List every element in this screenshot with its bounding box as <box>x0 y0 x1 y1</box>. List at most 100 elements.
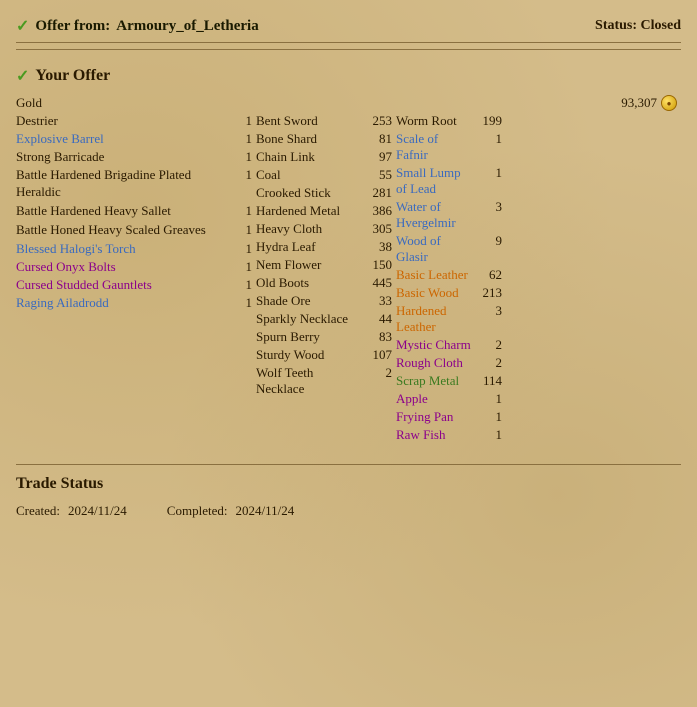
item-qty: 81 <box>362 131 392 147</box>
list-item: Mystic Charm 2 <box>396 336 506 354</box>
item-name: Wood of Glasir <box>396 233 472 265</box>
item-qty: 2 <box>472 355 502 371</box>
item-qty: 1 <box>222 259 252 275</box>
list-item: Coal 55 <box>256 166 396 184</box>
item-qty: 1 <box>222 295 252 311</box>
item-name: Raging Ailadrodd <box>16 295 222 311</box>
list-item: Crooked Stick 281 <box>256 184 396 202</box>
item-qty: 1 <box>222 222 252 239</box>
item-name: Frying Pan <box>396 409 472 425</box>
item-name: Mystic Charm <box>396 337 472 353</box>
item-name: Wolf Teeth Necklace <box>256 365 362 397</box>
items-col2: Bent Sword 253 Bone Shard 81 Chain Link … <box>256 112 396 444</box>
list-item: Battle Hardened Heavy Sallet 1 <box>16 202 256 221</box>
list-item: Scale of Fafnir 1 <box>396 130 506 164</box>
item-name: Apple <box>396 391 472 407</box>
item-qty: 2 <box>472 337 502 353</box>
item-qty: 114 <box>472 373 502 389</box>
list-item: Rough Cloth 2 <box>396 354 506 372</box>
gold-row: Gold 93,307 ● <box>16 94 681 112</box>
item-qty: 1 <box>472 427 502 443</box>
items-col3: Worm Root 199 Scale of Fafnir 1 Small Lu… <box>396 112 506 444</box>
item-qty: 213 <box>472 285 502 301</box>
item-qty: 2 <box>362 365 392 381</box>
item-name: Hardened Leather <box>396 303 472 335</box>
item-qty: 62 <box>472 267 502 283</box>
item-qty: 1 <box>222 241 252 257</box>
offer-content: Destrier 1 Explosive Barrel 1 Strong Bar… <box>16 112 681 444</box>
list-item: Blessed Halogi's Torch 1 <box>16 240 256 258</box>
list-item: Small Lump of Lead 1 <box>396 164 506 198</box>
item-name: Sparkly Necklace <box>256 311 362 327</box>
offer-header: ✓ Offer from: Armoury_of_Letheria Status… <box>16 8 681 43</box>
list-item: Sturdy Wood 107 <box>256 346 396 364</box>
list-item: Hardened Leather 3 <box>396 302 506 336</box>
item-name: Water of Hvergelmir <box>396 199 472 231</box>
item-name: Heavy Cloth <box>256 221 362 237</box>
gold-amount-container: 93,307 ● <box>621 95 677 111</box>
item-qty: 150 <box>362 257 392 273</box>
items-col1: Destrier 1 Explosive Barrel 1 Strong Bar… <box>16 112 256 444</box>
item-name: Small Lump of Lead <box>396 165 472 197</box>
item-name: Battle Hardened Heavy Sallet <box>16 203 211 220</box>
item-name: Hardened Metal <box>256 203 362 219</box>
trade-status-section: Trade Status Created: 2024/11/24 Complet… <box>16 464 681 519</box>
item-name: Strong Barricade <box>16 149 222 165</box>
item-name: Destrier <box>16 113 222 129</box>
item-name: Scale of Fafnir <box>396 131 472 163</box>
item-qty: 83 <box>362 329 392 345</box>
item-name: Explosive Barrel <box>16 131 222 147</box>
item-name: Bone Shard <box>256 131 362 147</box>
offer-from-name: Armoury_of_Letheria <box>116 18 258 35</box>
item-qty: 1 <box>222 203 252 220</box>
list-item: Old Boots 445 <box>256 274 396 292</box>
item-name: Sturdy Wood <box>256 347 362 363</box>
list-item: Hardened Metal 386 <box>256 202 396 220</box>
list-item: Worm Root 199 <box>396 112 506 130</box>
list-item: Bone Shard 81 <box>256 130 396 148</box>
list-item: Raging Ailadrodd 1 <box>16 294 256 312</box>
list-item: Battle Honed Heavy Scaled Greaves 1 <box>16 221 256 240</box>
list-item: Apple 1 <box>396 390 506 408</box>
list-item: Chain Link 97 <box>256 148 396 166</box>
gold-coin-icon: ● <box>661 95 677 111</box>
offer-from: ✓ Offer from: Armoury_of_Letheria <box>16 16 259 36</box>
list-item: Water of Hvergelmir 3 <box>396 198 506 232</box>
completed-label: Completed: <box>167 503 228 519</box>
offer-from-label: Offer from: <box>35 18 110 35</box>
list-item: Battle Hardened Brigadine Plated Heraldi… <box>16 166 256 202</box>
list-item: Bent Sword 253 <box>256 112 396 130</box>
item-qty: 97 <box>362 149 392 165</box>
item-qty: 33 <box>362 293 392 309</box>
created-date: 2024/11/24 <box>68 503 127 519</box>
item-name: Battle Hardened Brigadine Plated Heraldi… <box>16 167 211 201</box>
item-name: Cursed Onyx Bolts <box>16 259 222 275</box>
created-label: Created: <box>16 503 60 519</box>
item-name: Basic Wood <box>396 285 472 301</box>
item-qty: 44 <box>362 311 392 327</box>
item-qty: 386 <box>362 203 392 219</box>
item-name: Old Boots <box>256 275 362 291</box>
list-item: Wolf Teeth Necklace 2 <box>256 364 396 398</box>
item-name: Coal <box>256 167 362 183</box>
list-item: Wood of Glasir 9 <box>396 232 506 266</box>
item-name: Spurn Berry <box>256 329 362 345</box>
list-item: Explosive Barrel 1 <box>16 130 256 148</box>
item-qty: 445 <box>362 275 392 291</box>
list-item: Strong Barricade 1 <box>16 148 256 166</box>
item-name: Battle Honed Heavy Scaled Greaves <box>16 222 211 239</box>
item-qty: 1 <box>472 131 502 147</box>
trade-status-title: Trade Status <box>16 475 681 493</box>
gold-label: Gold <box>16 95 621 111</box>
your-offer-check-icon: ✓ <box>16 66 29 86</box>
item-qty: 199 <box>472 113 502 129</box>
item-name: Hydra Leaf <box>256 239 362 255</box>
item-name: Basic Leather <box>396 267 472 283</box>
completed-block: Completed: 2024/11/24 <box>167 503 294 519</box>
your-offer-header: ✓ Your Offer <box>16 56 681 94</box>
item-name: Chain Link <box>256 149 362 165</box>
item-qty: 1 <box>472 391 502 407</box>
item-qty: 1 <box>222 131 252 147</box>
header-divider <box>16 49 681 50</box>
item-name: Shade Ore <box>256 293 362 309</box>
